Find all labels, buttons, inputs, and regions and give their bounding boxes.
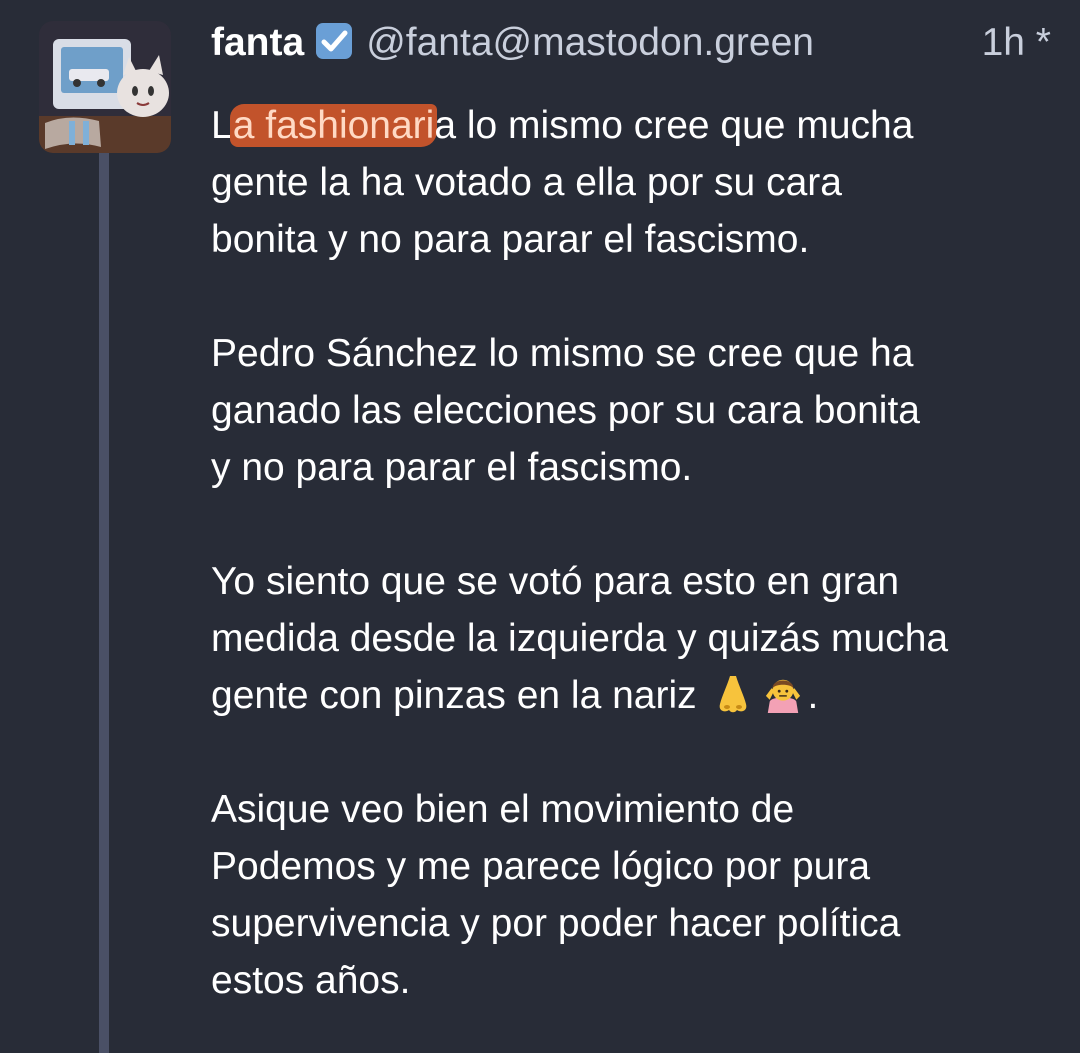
text-fragment: a lo mismo cree que mucha — [434, 104, 914, 147]
post-header: fanta @fanta@mastodon.green 1h * — [211, 20, 1051, 66]
text-line: Podemos y me parece lógico por pura — [211, 845, 871, 888]
nose-emoji-icon — [719, 676, 746, 713]
text-line: gente la ha votado a ella por su cara — [211, 161, 842, 204]
thread-connector-line — [99, 153, 109, 1053]
text-line: gente con pinzas en la nariz . — [211, 667, 1056, 724]
author-display-name[interactable]: fanta — [211, 21, 304, 64]
text-line: medida desde la izquierda y quizás mucha — [211, 617, 949, 660]
post-content: La fashionaria lo mismo cree que mucha g… — [211, 97, 1056, 1009]
check-mark-button-icon — [316, 23, 353, 59]
text-line: y no para parar el fascismo. — [211, 446, 693, 489]
post-paragraph: Asique veo bien el movimiento de Podemos… — [211, 781, 1056, 1009]
text-line: ganado las elecciones por su cara bonita — [211, 389, 920, 432]
text-line: bonita y no para parar el fascismo. — [211, 218, 810, 261]
post-timestamp[interactable]: 1h * — [982, 20, 1051, 66]
cartoon-cat-avatar-icon — [39, 21, 171, 153]
text-line: La fashionaria lo mismo cree que mucha — [211, 97, 1056, 154]
text-line: Pedro Sánchez lo mismo se cree que ha — [211, 332, 914, 375]
highlighted-text: a fashionari — [229, 104, 438, 147]
post-paragraph: Yo siento que se votó para esto en gran … — [211, 553, 1056, 724]
text-fragment: . — [807, 674, 819, 717]
person-shrugging-emoji-icon — [765, 679, 800, 713]
author-avatar[interactable] — [39, 21, 171, 153]
text-fragment: gente con pinzas en la nariz — [211, 674, 697, 717]
text-line: supervivencia y por poder hacer política — [211, 902, 901, 945]
text-line: Asique veo bien el movimiento de — [211, 788, 795, 831]
text-line: estos años. — [211, 959, 411, 1002]
post-paragraph: La fashionaria lo mismo cree que mucha g… — [211, 97, 1056, 268]
author-handle[interactable]: @fanta@mastodon.green — [366, 21, 814, 64]
text-line: Yo siento que se votó para esto en gran — [211, 560, 900, 603]
post-paragraph: Pedro Sánchez lo mismo se cree que ha ga… — [211, 325, 1056, 496]
